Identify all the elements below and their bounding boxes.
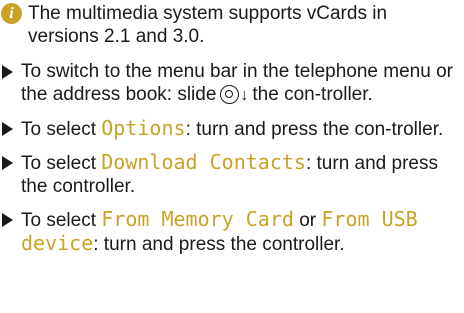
step-text: To select Download Contacts: turn and pr… — [21, 151, 458, 198]
menu-term-from-memory-card: From Memory Card — [101, 207, 294, 231]
step-item: To select Options: turn and press the co… — [0, 117, 458, 141]
bullet-arrow-icon — [2, 213, 13, 227]
step-text: To switch to the menu bar in the telepho… — [21, 60, 458, 107]
step-item: To select Download Contacts: turn and pr… — [0, 151, 458, 198]
info-note: i The multimedia system supports vCards … — [0, 2, 458, 48]
bullet-arrow-icon — [2, 122, 13, 136]
info-icon: i — [1, 3, 22, 24]
step-item: To switch to the menu bar in the telepho… — [0, 60, 458, 107]
menu-term-options: Options — [101, 116, 186, 140]
step-text-before: To select — [21, 153, 102, 174]
step-list: To switch to the menu bar in the telepho… — [0, 60, 458, 256]
info-text: The multimedia system supports vCards in… — [28, 3, 388, 47]
step-text-before: To select — [21, 119, 102, 140]
bullet-arrow-icon — [2, 65, 13, 79]
document-page: i The multimedia system supports vCards … — [0, 0, 464, 313]
menu-term-download-contacts: Download Contacts — [101, 150, 306, 174]
step-text-after: : turn and press the controller. — [93, 234, 345, 255]
bullet-arrow-icon — [2, 156, 13, 170]
down-arrow-icon: ↓ — [240, 87, 249, 104]
step-text-after: the con-troller. — [252, 84, 373, 105]
step-text-before: To select — [21, 210, 102, 231]
step-text: To select Options: turn and press the co… — [21, 117, 458, 141]
step-text-after: : turn and press the con-troller. — [185, 119, 444, 140]
step-text-middle: or — [293, 210, 322, 231]
step-text: To select From Memory Card or From USB d… — [21, 208, 458, 256]
step-item: To select From Memory Card or From USB d… — [0, 208, 458, 256]
controller-icon — [220, 85, 240, 104]
